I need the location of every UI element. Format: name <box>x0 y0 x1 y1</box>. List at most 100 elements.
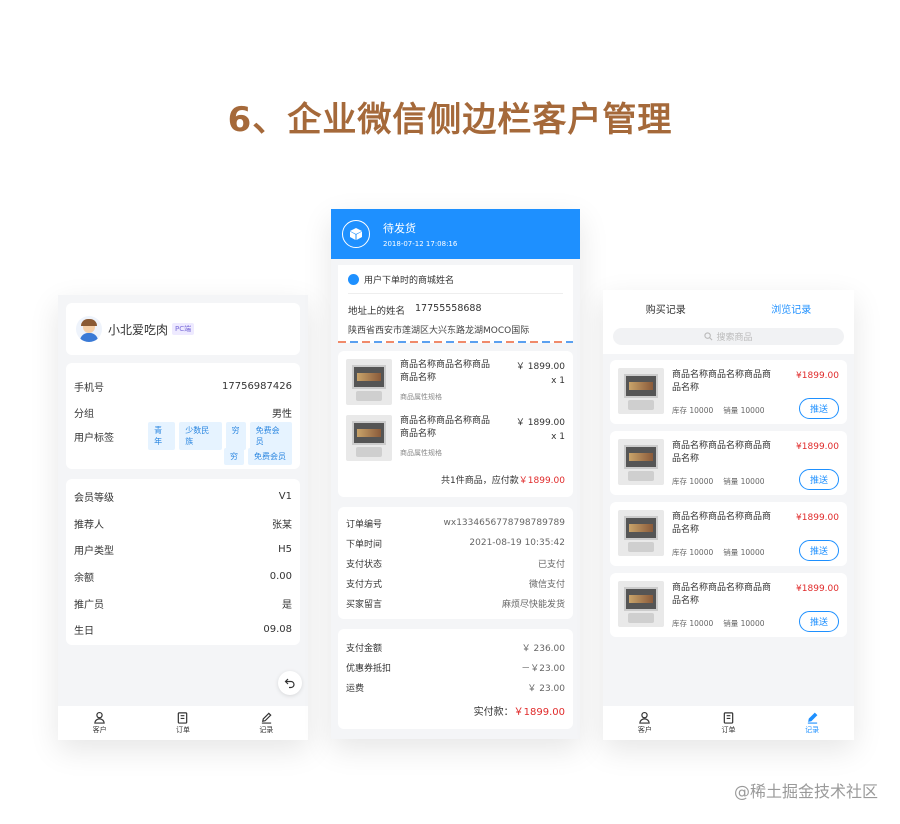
nav-label: 订单 <box>175 726 190 734</box>
push-button[interactable]: 推送 <box>798 398 839 419</box>
product-price: ¥1899.00 <box>796 442 839 452</box>
nav-orders[interactable]: 订单 <box>176 711 190 735</box>
product-card[interactable]: 商品名称商品名称商品商品名称 库存 10000 销量 10000 ¥1899.00… <box>610 431 847 495</box>
product-sales: 销量 10000 <box>723 477 765 486</box>
info-label: 支付方式 <box>346 579 383 590</box>
order-info-row: 支付方式 微信支付 <box>346 573 565 593</box>
nav-orders[interactable]: 订单 <box>721 711 735 735</box>
product-image <box>346 359 392 405</box>
item-qty: x 1 <box>551 432 565 442</box>
product-sales: 销量 10000 <box>723 548 765 557</box>
payment-card: 支付金额 ￥ 236.00 优惠券抵扣 －￥23.00 运费 ￥ 23.00 实付款：… <box>338 629 573 729</box>
order-info-card: 订单编号 wx1334656778798789789 下单时间 2021-08-19… <box>338 507 573 619</box>
member-label: 用户类型 <box>74 546 114 558</box>
items-card: 商品名称商品名称商品商品名称 商品属性规格 ￥ 1899.00 x 1 商品名称… <box>338 351 573 497</box>
paid-label: 实付款： <box>473 707 514 718</box>
person-icon <box>639 711 651 724</box>
address-name: 地址上的姓名 <box>348 306 406 317</box>
back-button[interactable] <box>278 671 302 695</box>
product-card[interactable]: 商品名称商品名称商品商品名称 库存 10000 销量 10000 ¥1899.00… <box>610 573 847 637</box>
info-value: 男性 <box>272 408 292 420</box>
user-tag: 穷 <box>225 422 246 450</box>
person-icon <box>94 711 105 724</box>
tab-browse-records[interactable]: 浏览记录 <box>771 301 811 316</box>
clipboard-icon <box>178 712 188 724</box>
product-name: 商品名称商品名称商品商品名称 <box>672 512 772 535</box>
bottom-nav: 客户 订单 记录 <box>603 706 854 740</box>
item-name: 商品名称商品名称商品商品名称 <box>400 360 491 383</box>
payment-value: －￥23.00 <box>521 663 565 674</box>
order-info-row: 下单时间 2021-08-19 10:35:42 <box>346 533 565 553</box>
push-button[interactable]: 推送 <box>798 611 839 632</box>
product-card[interactable]: 商品名称商品名称商品商品名称 库存 10000 销量 10000 ¥1899.00… <box>610 360 847 424</box>
member-value: H5 <box>278 544 292 556</box>
info-value: 已支付 <box>537 559 565 570</box>
product-name: 商品名称商品名称商品商品名称 <box>672 370 772 393</box>
product-stock: 库存 10000 <box>672 477 714 486</box>
product-price: ¥1899.00 <box>796 371 839 381</box>
user-tag: 青年 <box>148 422 176 450</box>
search-input[interactable]: 搜索商品 <box>613 328 844 345</box>
user-icon <box>348 273 359 285</box>
address-phone: 17755558688 <box>415 303 482 314</box>
user-tag: 少数民族 <box>179 422 222 450</box>
order-item[interactable]: 商品名称商品名称商品商品名称 商品属性规格 ￥ 1899.00 x 1 <box>346 415 565 467</box>
address-card: 用户下单时的商城姓名 地址上的姓名 17755558688 陕西省西安市莲湖区大… <box>338 265 573 343</box>
push-button[interactable]: 推送 <box>798 469 839 490</box>
records-header: 购买记录 浏览记录 搜索商品 <box>603 290 854 354</box>
payment-row: 运费 ￥ 23.00 <box>346 677 565 697</box>
push-button[interactable]: 推送 <box>798 540 839 561</box>
package-icon <box>342 220 370 248</box>
nav-records[interactable]: 记录 <box>805 711 819 735</box>
product-image <box>618 581 664 627</box>
tab-purchase-records[interactable]: 购买记录 <box>646 301 686 316</box>
user-tag: 免费会员 <box>249 422 293 450</box>
order-status-header: 待发货 2018-07-12 17:08:16 <box>331 209 580 259</box>
profile-card: 小北爱吃肉 PC端 <box>66 303 300 355</box>
product-name: 商品名称商品名称商品商品名称 <box>672 441 772 464</box>
info-label: 买家留言 <box>346 599 383 610</box>
info-value: 麻烦尽快能发货 <box>501 599 565 610</box>
member-value: 09.08 <box>263 624 292 636</box>
product-image <box>618 368 664 414</box>
bottom-nav: 客户 订单 记录 <box>58 706 308 740</box>
member-row: 余额 0.00 <box>74 563 292 590</box>
paid-amount: ￥1899.00 <box>513 707 565 718</box>
member-label: 生日 <box>74 626 94 638</box>
member-row: 会员等级 V1 <box>74 483 292 510</box>
avatar <box>76 316 102 342</box>
product-card[interactable]: 商品名称商品名称商品商品名称 库存 10000 销量 10000 ¥1899.00… <box>610 502 847 566</box>
info-label: 分组 <box>74 408 94 420</box>
shop-row: 用户下单时的商城姓名 <box>348 265 563 293</box>
nav-label: 记录 <box>805 726 820 734</box>
nav-records[interactable]: 记录 <box>259 711 273 735</box>
member-label: 推广员 <box>74 599 104 611</box>
order-total: 共1件商品，应付款￥1899.00 <box>346 473 565 486</box>
clipboard-icon <box>723 712 734 724</box>
member-value: 是 <box>282 599 292 611</box>
user-tag: 穷 <box>224 447 244 465</box>
order-info-row: 订单编号 wx1334656778798789789 <box>346 513 565 533</box>
user-tag: 免费会员 <box>248 447 292 465</box>
member-value: 0.00 <box>269 570 292 582</box>
nav-label: 客户 <box>92 726 107 734</box>
nav-customer[interactable]: 客户 <box>638 711 652 735</box>
order-status: 待发货 <box>383 222 416 235</box>
member-label: 会员等级 <box>74 492 114 504</box>
product-stock: 库存 10000 <box>672 548 714 557</box>
item-price: ￥ 1899.00 <box>515 418 565 428</box>
nav-label: 记录 <box>259 726 274 734</box>
item-spec: 商品属性规格 <box>400 449 442 457</box>
item-spec: 商品属性规格 <box>400 393 442 401</box>
member-row: 用户类型 H5 <box>74 536 292 563</box>
info-label: 支付状态 <box>346 559 383 570</box>
records-panel: 购买记录 浏览记录 搜索商品 商品名称商品名称商品商品名称 库存 10000 销量… <box>603 290 854 740</box>
order-item[interactable]: 商品名称商品名称商品商品名称 商品属性规格 ￥ 1899.00 x 1 <box>346 359 565 411</box>
payment-value: ￥ 23.00 <box>527 683 565 694</box>
total-amount: ￥1899.00 <box>518 476 565 486</box>
product-price: ¥1899.00 <box>796 584 839 594</box>
item-qty: x 1 <box>551 376 565 386</box>
info-row-phone: 手机号 17756987426 <box>74 373 292 399</box>
product-image <box>618 510 664 556</box>
nav-customer[interactable]: 客户 <box>93 711 107 735</box>
